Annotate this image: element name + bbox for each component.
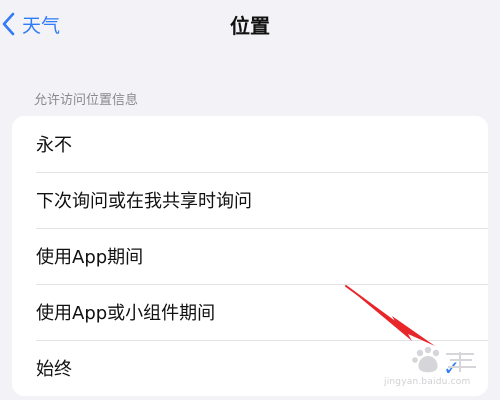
option-label: 使用App或小组件期间 [36, 303, 216, 324]
section-header: 允许访问位置信息 [34, 93, 139, 108]
page-title: 位置 [230, 14, 270, 38]
checkmark-icon: ✓ [443, 356, 460, 380]
option-never[interactable]: 永不 [12, 116, 488, 172]
option-while-using-app[interactable]: 使用App期间 [12, 228, 488, 284]
option-label: 下次询问或在我共享时询问 [36, 191, 252, 212]
option-label: 使用App期间 [36, 247, 144, 268]
option-while-using-app-or-widgets[interactable]: 使用App或小组件期间 [12, 284, 488, 340]
option-ask-next-time[interactable]: 下次询问或在我共享时询问 [12, 172, 488, 228]
option-always[interactable]: 始终 ✓ [12, 340, 488, 396]
option-label: 永不 [36, 135, 72, 156]
navigation-bar: 天气 位置 [0, 0, 500, 52]
option-label: 始终 [36, 359, 72, 380]
location-permission-list: 永不 下次询问或在我共享时询问 使用App期间 使用App或小组件期间 始终 ✓ [12, 116, 488, 396]
